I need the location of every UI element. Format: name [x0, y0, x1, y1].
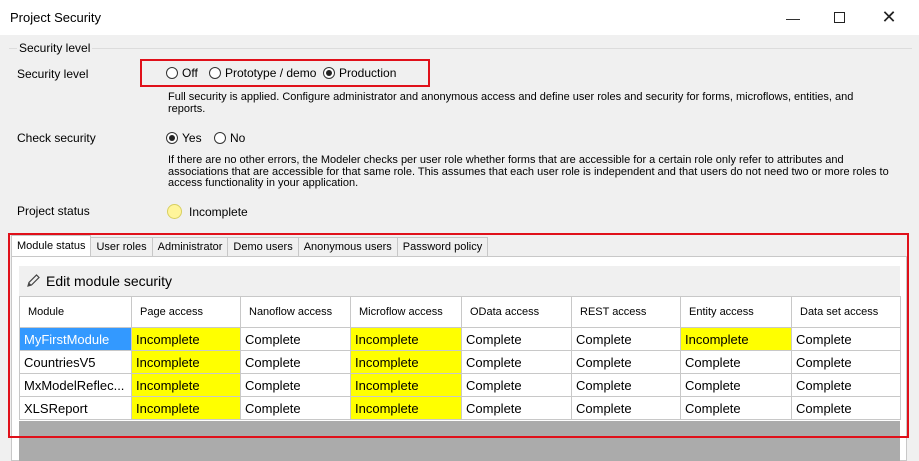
project-status-value: Incomplete [189, 205, 248, 219]
close-icon: ✕ [881, 7, 897, 27]
radio-yes-dot [166, 132, 178, 144]
title-bar: Project Security — ✕ [0, 0, 919, 35]
module-status-highlight-box [8, 233, 909, 438]
close-button[interactable]: ✕ [866, 0, 912, 35]
radio-check-no[interactable]: No [214, 131, 245, 145]
minimize-icon: — [786, 9, 800, 26]
status-indicator-icon [167, 204, 182, 219]
radio-production[interactable]: Production [323, 66, 396, 80]
security-group-legend: Security level [17, 41, 93, 55]
radio-prototype-dot [209, 67, 221, 79]
security-level-label: Security level [17, 67, 89, 81]
maximize-icon [833, 12, 845, 23]
minimize-button[interactable]: — [770, 0, 816, 35]
radio-off-dot [166, 67, 178, 79]
check-security-description: If there are no other errors, the Modele… [168, 154, 889, 189]
project-status-label: Project status [17, 204, 90, 218]
window-title: Project Security [10, 10, 102, 25]
radio-prototype-demo[interactable]: Prototype / demo [209, 66, 316, 80]
check-security-label: Check security [17, 131, 96, 145]
radio-no-dot [214, 132, 226, 144]
radio-production-dot [323, 67, 335, 79]
radio-off[interactable]: Off [166, 66, 198, 80]
maximize-button[interactable] [816, 0, 862, 35]
security-level-description: Full security is applied. Configure admi… [168, 91, 854, 115]
radio-check-yes[interactable]: Yes [166, 131, 202, 145]
